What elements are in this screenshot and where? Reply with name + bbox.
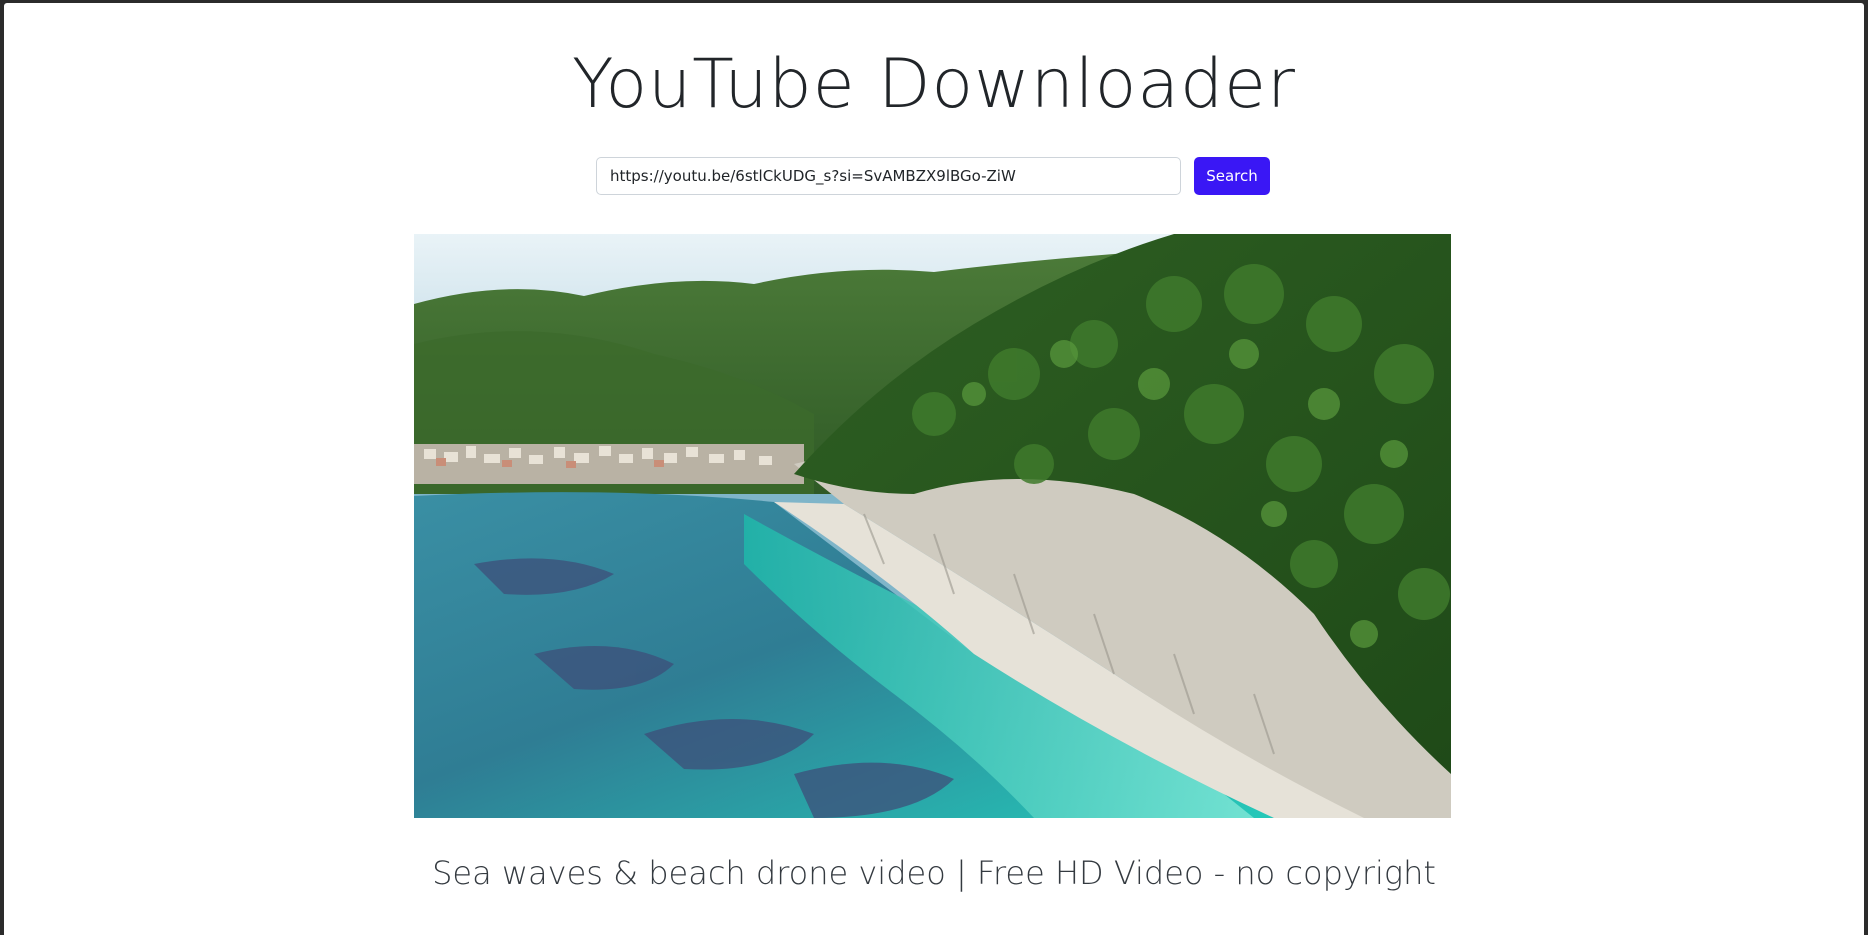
search-button[interactable]: Search [1194, 157, 1270, 195]
video-title: Sea waves & beach drone video | Free HD … [432, 854, 1436, 892]
search-bar: Search [596, 157, 1270, 195]
browser-viewport: YouTube Downloader Search [4, 3, 1864, 935]
page-title: YouTube Downloader [572, 45, 1296, 124]
url-input[interactable] [596, 157, 1181, 195]
video-thumbnail [414, 234, 1451, 818]
scrollbar[interactable] [1864, 3, 1868, 935]
